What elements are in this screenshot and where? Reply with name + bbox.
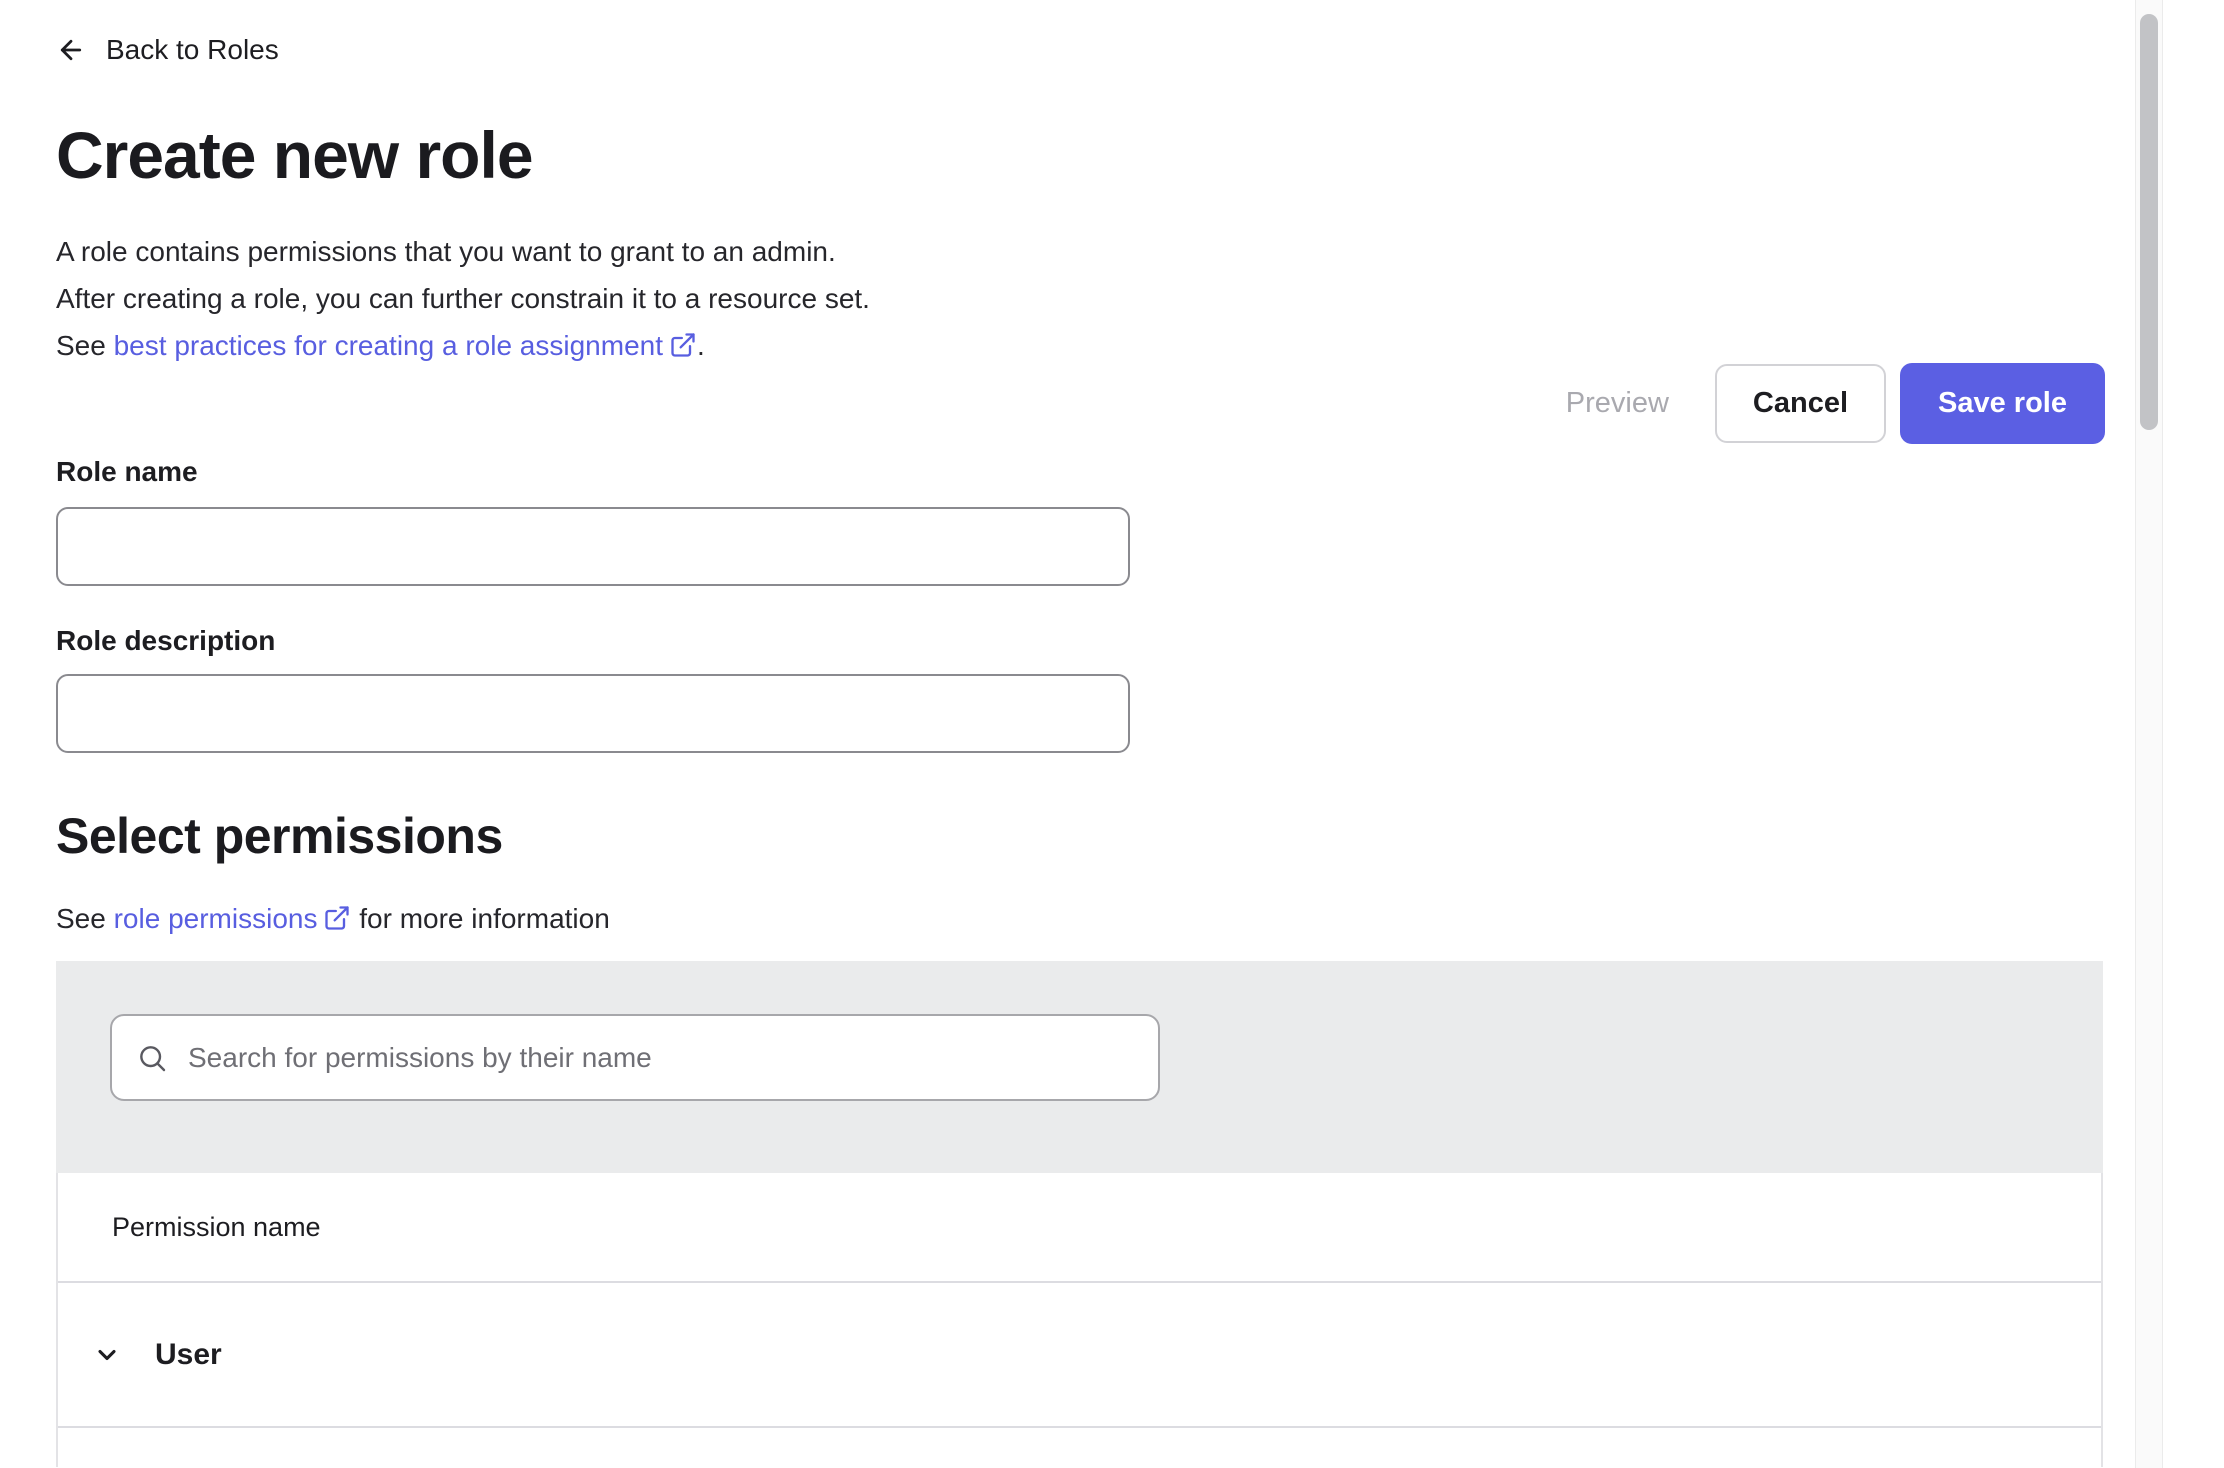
external-link-icon — [323, 904, 351, 932]
description-line-3: See best practices for creating a role a… — [56, 322, 2103, 369]
search-icon — [136, 1042, 168, 1074]
back-link-label: Back to Roles — [106, 34, 279, 66]
role-description-label: Role description — [56, 624, 2103, 658]
description-line-3-prefix: See — [56, 330, 114, 361]
cancel-button[interactable]: Cancel — [1715, 364, 1886, 443]
select-permissions-heading: Select permissions — [56, 805, 2103, 867]
description-line-2: After creating a role, you can further c… — [56, 275, 2103, 322]
arrow-left-icon — [56, 35, 86, 65]
role-description-input[interactable] — [56, 674, 1130, 753]
permission-group-user[interactable]: User — [58, 1283, 2101, 1428]
back-to-roles-link[interactable]: Back to Roles — [56, 30, 279, 70]
permissions-panel-header — [56, 961, 2103, 1173]
description-line-3-suffix: . — [697, 330, 705, 361]
permissions-table-next-row — [58, 1428, 2101, 1467]
permissions-search-box[interactable] — [110, 1014, 1160, 1101]
permissions-panel: Permission name User — [56, 961, 2103, 1467]
scrollbar-thumb[interactable] — [2140, 14, 2158, 430]
action-buttons: Preview Cancel Save role — [1558, 363, 2105, 444]
permissions-info-prefix: See — [56, 903, 114, 934]
permissions-search-input[interactable] — [188, 1042, 1134, 1074]
create-role-page: Back to Roles Create new role A role con… — [0, 0, 2103, 1467]
page-title: Create new role — [56, 116, 2103, 194]
permissions-table-header-row: Permission name — [58, 1173, 2101, 1283]
role-name-input[interactable] — [56, 507, 1130, 586]
role-permissions-link-label: role permissions — [114, 903, 318, 934]
external-link-icon — [669, 331, 697, 359]
best-practices-link-label: best practices for creating a role assig… — [114, 330, 663, 361]
role-name-label: Role name — [56, 455, 2103, 489]
permissions-table: Permission name User — [56, 1173, 2103, 1467]
role-permissions-link[interactable]: role permissions — [114, 903, 352, 934]
scrollbar-track[interactable] — [2135, 0, 2163, 1468]
page-description: A role contains permissions that you wan… — [56, 228, 2103, 369]
permission-name-column-header: Permission name — [112, 1212, 321, 1243]
permission-group-label: User — [155, 1338, 222, 1372]
permissions-info-line: See role permissions for more informatio… — [56, 899, 2103, 939]
preview-button[interactable]: Preview — [1558, 387, 1677, 420]
save-role-button[interactable]: Save role — [1900, 363, 2105, 444]
description-line-1: A role contains permissions that you wan… — [56, 228, 2103, 275]
best-practices-link[interactable]: best practices for creating a role assig… — [114, 330, 697, 361]
chevron-down-icon — [93, 1341, 121, 1369]
permissions-info-suffix: for more information — [351, 903, 609, 934]
